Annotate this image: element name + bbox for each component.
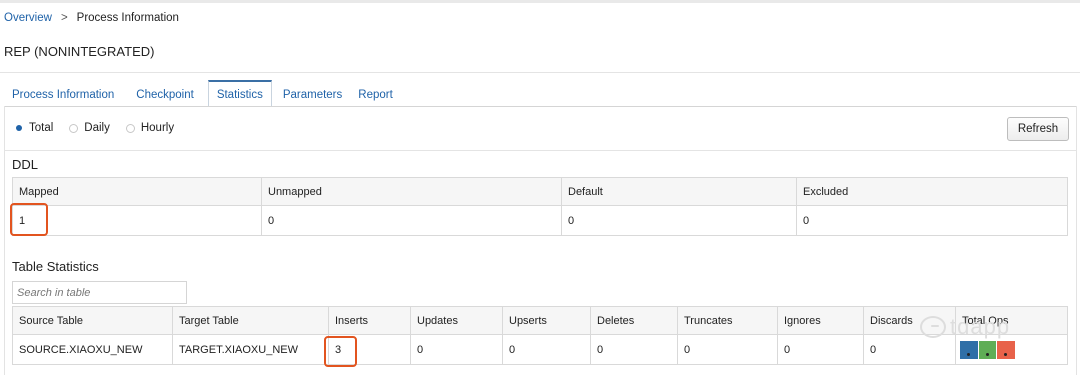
tab-statistics[interactable]: Statistics: [207, 80, 272, 107]
table-row[interactable]: SOURCE.XIAOXU_NEW TARGET.XIAOXU_NEW 3 0 …: [12, 334, 1068, 365]
radio-daily[interactable]: Daily: [69, 122, 110, 134]
refresh-button[interactable]: Refresh: [1007, 117, 1069, 141]
ddl-header-excluded[interactable]: Excluded: [796, 177, 1068, 206]
table-row: 1 0 0 0: [12, 205, 1068, 236]
insert-swatch: [960, 340, 978, 359]
ddl-mapped-value: 1: [12, 205, 262, 236]
panel-divider: [4, 150, 1077, 151]
title-divider: [0, 72, 1080, 73]
header-upserts[interactable]: Upserts: [502, 306, 591, 335]
header-inserts[interactable]: Inserts: [328, 306, 411, 335]
update-swatch: [978, 340, 997, 359]
cell-truncates: 0: [677, 334, 778, 365]
radio-daily-label: Daily: [84, 122, 110, 134]
radio-total[interactable]: Total: [14, 122, 53, 134]
table-statistics-table: Source Table Target Table Inserts Update…: [12, 306, 1068, 365]
breadcrumb-overview-link[interactable]: Overview: [4, 12, 52, 24]
ddl-header-mapped[interactable]: Mapped: [12, 177, 262, 206]
tab-parameters[interactable]: Parameters: [275, 80, 350, 107]
header-source-table[interactable]: Source Table: [12, 306, 173, 335]
ddl-title: DDL: [12, 157, 39, 172]
cell-upserts: 0: [502, 334, 591, 365]
header-updates[interactable]: Updates: [410, 306, 503, 335]
tab-report[interactable]: Report: [350, 80, 401, 107]
ddl-unmapped-value: 0: [261, 205, 562, 236]
table-statistics-title: Table Statistics: [12, 259, 99, 274]
radio-daily-indicator[interactable]: [69, 123, 79, 133]
header-deletes[interactable]: Deletes: [590, 306, 678, 335]
breadcrumb-current: Process Information: [76, 12, 179, 24]
page-title: REP (NONINTEGRATED): [4, 44, 155, 59]
delete-swatch: [997, 340, 1016, 359]
radio-total-indicator[interactable]: [14, 123, 23, 133]
header-ignores[interactable]: Ignores: [777, 306, 864, 335]
radio-hourly[interactable]: Hourly: [125, 122, 175, 134]
cell-source-table: SOURCE.XIAOXU_NEW: [12, 334, 173, 365]
radio-hourly-label: Hourly: [140, 122, 175, 134]
table-stats-header-row: Source Table Target Table Inserts Update…: [12, 306, 1068, 335]
cell-deletes: 0: [590, 334, 678, 365]
ddl-default-value: 0: [561, 205, 797, 236]
watermark-text: tdapp: [950, 314, 1011, 339]
cell-updates: 0: [410, 334, 503, 365]
tab-bar: Process Information Checkpoint Statistic…: [4, 80, 401, 107]
inserts-highlight-box: [324, 336, 357, 367]
chat-bubble-icon: [920, 316, 946, 338]
watermark: tdapp: [920, 314, 1010, 340]
cell-ignores: 0: [777, 334, 864, 365]
period-radio-group: Total Daily Hourly: [14, 122, 190, 134]
ops-color-swatches: [960, 340, 1016, 359]
radio-hourly-indicator[interactable]: [125, 123, 135, 133]
header-target-table[interactable]: Target Table: [172, 306, 329, 335]
header-truncates[interactable]: Truncates: [677, 306, 778, 335]
top-border: [0, 0, 1080, 3]
cell-target-table: TARGET.XIAOXU_NEW: [172, 334, 329, 365]
radio-total-label: Total: [29, 122, 54, 134]
mapped-highlight-box: [10, 203, 48, 236]
breadcrumb-separator: >: [60, 12, 68, 24]
breadcrumb: Overview > Process Information: [4, 12, 179, 24]
ddl-table: Mapped Unmapped Default Excluded 1 0 0 0: [12, 177, 1068, 236]
ddl-excluded-value: 0: [796, 205, 1068, 236]
tab-process-information[interactable]: Process Information: [4, 80, 122, 107]
table-search-input[interactable]: [12, 281, 187, 304]
ddl-header-unmapped[interactable]: Unmapped: [261, 177, 562, 206]
ddl-header-default[interactable]: Default: [561, 177, 797, 206]
ddl-header-row: Mapped Unmapped Default Excluded: [12, 177, 1068, 206]
tab-checkpoint[interactable]: Checkpoint: [128, 80, 202, 107]
